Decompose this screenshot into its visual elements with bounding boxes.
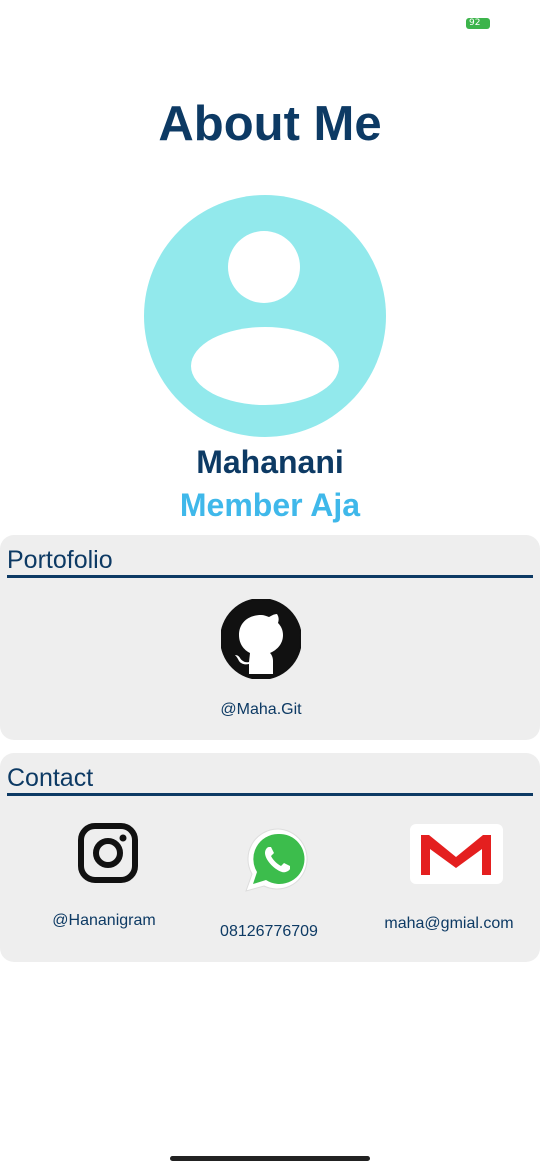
email-address[interactable]: maha@gmial.com: [376, 915, 522, 933]
avatar: [144, 195, 386, 437]
portfolio-divider: [7, 575, 533, 578]
contact-card: Contact @Hananigram 08126776709 maha@gmi…: [0, 753, 540, 962]
home-indicator[interactable]: [170, 1156, 370, 1161]
gmail-icon[interactable]: [409, 823, 504, 885]
whatsapp-number[interactable]: 08126776709: [205, 923, 333, 941]
github-icon[interactable]: [221, 599, 301, 679]
github-handle[interactable]: @Maha.Git: [0, 701, 522, 719]
instagram-icon[interactable]: [78, 823, 138, 883]
contact-divider: [7, 793, 533, 796]
instagram-handle[interactable]: @Hananigram: [40, 912, 168, 930]
profile-name: Mahanani: [196, 444, 344, 480]
avatar-head: [228, 231, 300, 303]
whatsapp-icon[interactable]: [242, 825, 314, 893]
page-title: About Me: [158, 97, 382, 151]
profile-role: Member Aja: [179, 487, 361, 523]
portfolio-card: Portofolio @Maha.Git: [0, 535, 540, 740]
battery-indicator: 92: [466, 18, 490, 29]
contact-title: Contact: [7, 764, 94, 792]
status-bar: 92: [0, 0, 540, 46]
portfolio-title: Portofolio: [7, 546, 113, 574]
avatar-body: [191, 327, 339, 405]
